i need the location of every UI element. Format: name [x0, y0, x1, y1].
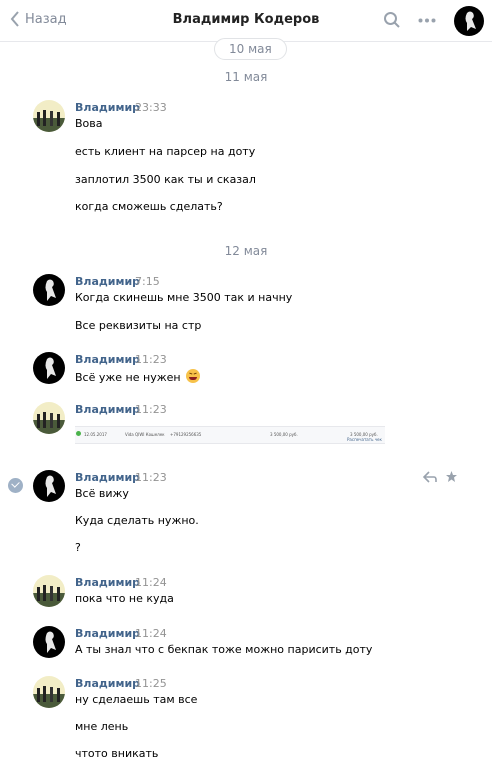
- sender-name[interactable]: Владимир: [75, 101, 140, 114]
- message-text: когда сможешь сделать?: [75, 200, 223, 213]
- message-text: Вова: [75, 117, 103, 130]
- message-text: чтото вникать: [75, 747, 159, 760]
- success-icon: [76, 431, 81, 436]
- message-text: Всё вижу: [75, 487, 129, 500]
- attachment-text: 3 500,00 руб.: [270, 432, 298, 437]
- laughing-emoji-icon: [186, 369, 201, 383]
- sender-name[interactable]: Владимир: [75, 627, 140, 640]
- sender-name[interactable]: Владимир: [75, 403, 140, 416]
- avatar[interactable]: [33, 274, 65, 306]
- message-text: есть клиент на парсер на доту: [75, 145, 256, 158]
- message-time[interactable]: 23:33: [135, 101, 167, 114]
- attachment-text: Vida QIWI Кошелек: [125, 432, 165, 437]
- avatar[interactable]: [33, 470, 65, 502]
- message-text: ну сделаешь там все: [75, 693, 198, 706]
- reply-icon[interactable]: [423, 471, 437, 483]
- chat-header: Назад Владимир Кодеров: [0, 0, 492, 42]
- avatar[interactable]: [33, 575, 65, 607]
- message-time[interactable]: 11:23: [135, 403, 167, 416]
- attachment-text: +79129256635: [170, 432, 202, 437]
- message-time[interactable]: 7:15: [135, 275, 160, 288]
- message-text: А ты знал что с бекпак тоже можно париси…: [75, 643, 373, 656]
- message-text: мне лень: [75, 720, 129, 733]
- message-time[interactable]: 11:23: [135, 471, 167, 484]
- sender-name[interactable]: Владимир: [75, 471, 140, 484]
- message-text: Все реквизиты на стр: [75, 319, 202, 332]
- avatar[interactable]: [33, 352, 65, 384]
- sender-name[interactable]: Владимир: [75, 275, 140, 288]
- message-text: пока что не куда: [75, 592, 174, 605]
- more-icon[interactable]: [418, 18, 436, 23]
- attachment-text: 12.05.2017: [84, 432, 107, 437]
- selected-check-icon[interactable]: [8, 478, 23, 493]
- sender-name[interactable]: Владимир: [75, 576, 140, 589]
- message-time[interactable]: 11:25: [135, 677, 167, 690]
- message-text: Когда скинешь мне 3500 так и начну: [75, 291, 293, 304]
- star-icon[interactable]: [445, 470, 458, 483]
- message-text: Всё уже не нужен: [75, 369, 201, 384]
- avatar[interactable]: [33, 676, 65, 708]
- message-text: заплотил 3500 как ты и сказал: [75, 173, 256, 186]
- search-icon[interactable]: [383, 11, 401, 29]
- message-text: ?: [75, 541, 81, 554]
- header-avatar[interactable]: [454, 6, 484, 36]
- sender-name[interactable]: Владимир: [75, 677, 140, 690]
- payment-screenshot-attachment[interactable]: 12.05.2017 Vida QIWI Кошелек +7912925663…: [75, 426, 385, 444]
- date-divider: 12 мая: [224, 244, 268, 258]
- avatar[interactable]: [33, 402, 65, 434]
- message-text: Куда сделать нужно.: [75, 514, 199, 527]
- sender-name[interactable]: Владимир: [75, 353, 140, 366]
- date-divider: 11 мая: [224, 70, 268, 84]
- message-time[interactable]: 11:24: [135, 576, 167, 589]
- message-time[interactable]: 11:23: [135, 353, 167, 366]
- print-receipt-link[interactable]: Распечатать чек: [347, 437, 382, 442]
- date-divider: 10 мая: [214, 38, 287, 60]
- message-time[interactable]: 11:24: [135, 627, 167, 640]
- avatar[interactable]: [33, 100, 65, 132]
- avatar[interactable]: [33, 626, 65, 658]
